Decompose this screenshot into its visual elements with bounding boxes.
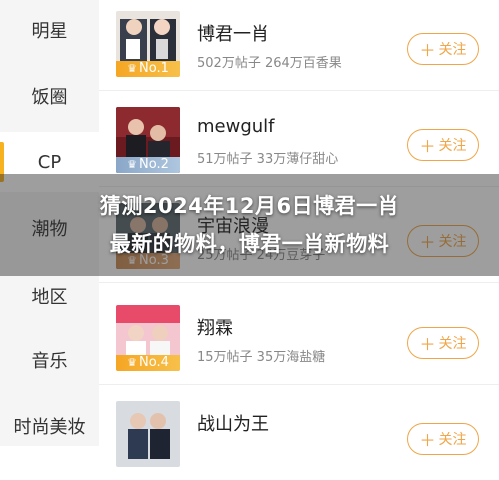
headline-line-2: 最新的物料，博君一肖新物料 <box>109 232 390 256</box>
follow-button[interactable]: ＋关注 <box>407 327 479 359</box>
cp-name: 战山为王 <box>197 414 269 435</box>
sidebar-item-label: 明星 <box>31 21 68 42</box>
sidebar-item-label: 地区 <box>31 287 68 308</box>
sidebar-item-fashion[interactable]: 时尚美妆 <box>0 396 99 456</box>
list-item[interactable]: ♛ No.1 博君一肖 502万帖子 264万百香果 ＋关注 <box>99 0 499 91</box>
sidebar-item-label: 音乐 <box>31 351 68 372</box>
cp-stats: 15万帖子 35万海盐糖 <box>197 350 326 365</box>
plus-icon: ＋ <box>419 335 436 354</box>
cp-thumbnail: ♛ No.1 <box>116 11 180 77</box>
sidebar-item-stars[interactable]: 明星 <box>0 0 99 60</box>
cp-thumbnail <box>116 401 180 467</box>
headline-line-1: 猜测2024年12月6日博君一肖 <box>99 194 400 218</box>
plus-icon: ＋ <box>419 431 436 450</box>
follow-button[interactable]: ＋关注 <box>407 423 479 455</box>
crown-icon: ♛ <box>127 158 137 171</box>
crown-icon: ♛ <box>127 62 137 75</box>
cp-name: 博君一肖 <box>197 24 269 45</box>
plus-icon: ＋ <box>419 41 436 60</box>
cp-thumbnail: ♛ No.4 <box>116 305 180 371</box>
crown-icon: ♛ <box>127 356 137 369</box>
sidebar-item-label: 饭圈 <box>31 87 68 108</box>
rank-badge: ♛ No.2 <box>116 157 180 173</box>
cp-stats: 502万帖子 264万百香果 <box>197 56 342 71</box>
plus-icon: ＋ <box>419 137 436 156</box>
rank-badge: ♛ No.1 <box>116 61 180 77</box>
list-item[interactable]: 战山为王 ＋关注 <box>99 390 499 480</box>
cp-stats: 51万帖子 33万薄仔甜心 <box>197 152 339 167</box>
follow-button[interactable]: ＋关注 <box>407 33 479 65</box>
headline-overlay: 猜测2024年12月6日博君一肖 最新的物料，博君一肖新物料 <box>0 174 499 276</box>
cp-name: 翔霖 <box>197 318 233 339</box>
sidebar-item-label: 时尚美妆 <box>13 417 86 438</box>
cp-name: mewgulf <box>197 116 275 137</box>
sidebar-item-label: CP <box>37 151 62 173</box>
sidebar-item-fandom[interactable]: 饭圈 <box>0 66 99 126</box>
cp-thumbnail: ♛ No.2 <box>116 107 180 173</box>
rank-badge: ♛ No.4 <box>116 355 180 371</box>
sidebar-item-music[interactable]: 音乐 <box>0 330 99 390</box>
list-item[interactable]: ♛ No.4 翔霖 15万帖子 35万海盐糖 ＋关注 <box>99 294 499 385</box>
follow-button[interactable]: ＋关注 <box>407 129 479 161</box>
